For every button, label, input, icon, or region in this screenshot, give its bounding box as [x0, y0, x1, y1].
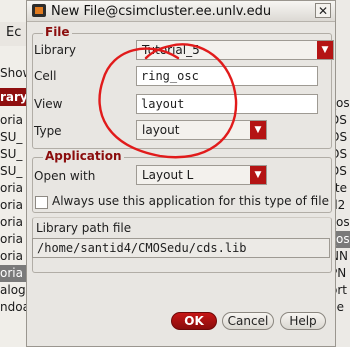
- list-item[interactable]: SU_: [0, 163, 28, 180]
- background-menu-label: Ec: [6, 25, 22, 40]
- list-item[interactable]: SU_: [0, 146, 28, 163]
- open-with-select[interactable]: Layout L ▼: [136, 165, 267, 185]
- list-item[interactable]: oria: [0, 231, 28, 248]
- ok-button[interactable]: OK: [171, 312, 217, 330]
- dialog-titlebar[interactable]: New File@csimcluster.ee.unlv.edu ✕: [27, 1, 335, 22]
- list-item[interactable]: oria: [0, 265, 28, 282]
- background-library-list: oria SU_ SU_ SU_ oria oria oria oria oria oria alo…: [0, 112, 28, 316]
- list-item[interactable]: oria: [0, 214, 28, 231]
- application-group-legend: Application: [43, 149, 124, 163]
- new-file-dialog: New File@csimcluster.ee.unlv.edu ✕ File …: [26, 0, 336, 347]
- library-select[interactable]: Tutorial_5 ▼: [136, 40, 334, 60]
- type-label: Type: [34, 124, 62, 138]
- view-input[interactable]: layout: [136, 94, 318, 114]
- app-icon: [32, 4, 46, 17]
- type-select[interactable]: layout ▼: [136, 120, 267, 140]
- cell-label: Cell: [34, 69, 57, 83]
- library-label: Library: [34, 43, 76, 57]
- always-use-checkbox[interactable]: [35, 196, 48, 209]
- help-button[interactable]: Help: [280, 312, 326, 330]
- list-item[interactable]: oria: [0, 197, 28, 214]
- chevron-down-icon: ▼: [250, 121, 266, 139]
- list-item[interactable]: oria: [0, 248, 28, 265]
- background-library-header: rary: [0, 88, 28, 106]
- open-with-label: Open with: [34, 169, 96, 183]
- open-with-select-value: Layout L: [142, 168, 194, 182]
- dialog-title: New File@csimcluster.ee.unlv.edu: [51, 4, 272, 19]
- background-left-panel: Ec Show rary oria SU_ SU_ SU_ oria oria oria or…: [0, 0, 32, 347]
- close-button[interactable]: ✕: [315, 3, 331, 18]
- chevron-down-icon: ▼: [317, 41, 333, 59]
- file-group-legend: File: [43, 25, 72, 39]
- list-item[interactable]: SU_: [0, 129, 28, 146]
- library-select-value: Tutorial_5: [142, 43, 200, 57]
- background-menu[interactable]: Ec: [0, 22, 28, 46]
- cancel-button[interactable]: Cancel: [222, 312, 274, 330]
- always-use-label: Always use this application for this typ…: [52, 194, 329, 208]
- list-item[interactable]: oria: [0, 112, 28, 129]
- library-path-field[interactable]: /home/santid4/CMOSedu/cds.lib: [32, 238, 330, 258]
- type-select-value: layout: [142, 123, 180, 137]
- list-item[interactable]: ndoa: [0, 299, 28, 316]
- view-label: View: [34, 97, 63, 111]
- library-path-label: Library path file: [36, 221, 132, 235]
- list-item[interactable]: alog: [0, 282, 28, 299]
- cell-input[interactable]: ring_osc: [136, 66, 318, 86]
- chevron-down-icon: ▼: [250, 166, 266, 184]
- list-item[interactable]: oria: [0, 180, 28, 197]
